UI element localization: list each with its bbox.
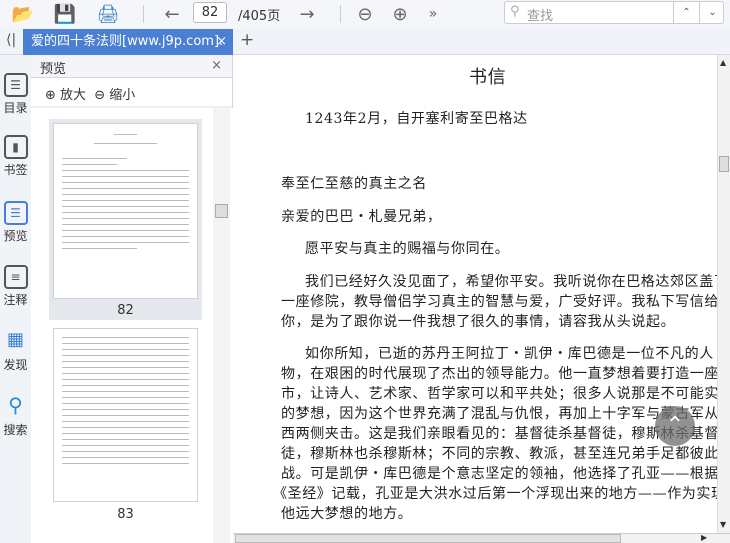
scroll-thumb[interactable] xyxy=(235,534,621,543)
search-box[interactable]: ⚲ 查找 ⌃ ⌄ xyxy=(504,1,724,24)
preview-title: 预览 xyxy=(40,62,67,77)
sidebar-item-bookmarks[interactable]: ▮ 书签 xyxy=(0,135,31,178)
text-line: 愿平安与真主的赐福与你同在。 xyxy=(305,241,510,257)
text-line: 物，在艰困的时代展现了杰出的领导能力。他一直梦想着要打造一座城 xyxy=(281,366,730,382)
thumbnail-label: 83 xyxy=(117,507,134,522)
text-line: 我们已经好久没见面了，希望你平安。我听说你在巴格达郊区盖了 xyxy=(305,274,729,290)
search-input[interactable]: 查找 xyxy=(527,5,553,24)
search-prev-button[interactable]: ⌃ xyxy=(673,2,699,23)
page-total: /405页 xyxy=(238,9,281,24)
tab-document[interactable]: 爱的四十条法则[www.j9p.com]. × xyxy=(23,29,233,55)
text-line: 奉至仁至慈的真主之名 xyxy=(281,176,427,192)
tab-bar: ⟨| 爱的四十条法则[www.j9p.com]. × + xyxy=(0,28,730,55)
scroll-thumb[interactable] xyxy=(215,204,228,218)
previous-page-icon[interactable]: ← xyxy=(161,3,183,25)
scroll-thumb[interactable] xyxy=(719,156,729,172)
zoom-in-icon[interactable]: ⊕ xyxy=(389,3,411,25)
text-line: 亲爱的巴巴・札曼兄弟， xyxy=(281,209,442,225)
document-vertical-scrollbar[interactable]: ▲ ▼ xyxy=(717,55,730,533)
thumbnail-image xyxy=(53,123,198,299)
search-next-button[interactable]: ⌄ xyxy=(699,2,725,23)
text-line: 战。可是凯伊・库巴德是个意志坚定的领袖，他选择了孔亚——根据 xyxy=(281,466,719,482)
more-icon[interactable]: » xyxy=(422,3,444,25)
search-icon: ⚲ xyxy=(8,393,23,417)
sidebar-item-search[interactable]: ⚲ 搜索 xyxy=(0,395,31,438)
divider xyxy=(340,5,341,23)
preview-scrollbar[interactable] xyxy=(213,108,230,543)
next-page-icon[interactable]: → xyxy=(296,3,318,25)
tab-title: 爱的四十条法则[www.j9p.com]. xyxy=(31,34,224,49)
text-line: 如你所知，已逝的苏丹王阿拉丁・凯伊・库巴德是一位不凡的人 xyxy=(305,346,714,362)
divider xyxy=(143,5,144,23)
text-line: 一座修院，教导僧侣学习真主的智慧与爱，广受好评。我私下写信给 xyxy=(281,294,719,310)
page-number-input[interactable]: 82 xyxy=(193,2,227,23)
preview-zoom-controls: ⊕ 放大 ⊖ 缩小 xyxy=(31,78,232,106)
scroll-up-icon[interactable]: ▲ xyxy=(720,58,726,67)
text-line: 他远大梦想的地方。 xyxy=(281,506,413,522)
thumbnail-label: 82 xyxy=(117,303,134,318)
text-line: 市，让诗人、艺术家、哲学家可以和平共处；很多人说那是不可能实现 xyxy=(281,386,730,402)
text-line: 徒，穆斯林也杀穆斯林；不同的宗教、教派，甚至连兄弟手足都彼此交 xyxy=(281,446,730,462)
preview-panel: 预览 × ⊕ 放大 ⊖ 缩小 82 83 xyxy=(31,55,233,543)
document-horizontal-scrollbar[interactable]: ▶ xyxy=(233,533,730,543)
zoom-out-icon[interactable]: ⊖ xyxy=(354,3,376,25)
save-icon[interactable]: 💾 xyxy=(54,3,76,25)
close-tab-icon[interactable]: × xyxy=(216,29,227,55)
preview-icon: ☰ xyxy=(3,201,28,225)
zoom-in-button[interactable]: ⊕ 放大 xyxy=(45,88,86,103)
apps-icon: ▦ xyxy=(6,329,24,350)
thumbnail-page-83[interactable] xyxy=(53,328,198,502)
document-title: 书信 xyxy=(469,67,507,88)
sidebar-item-preview[interactable]: ☰ 预览 xyxy=(0,201,31,244)
sidebar-item-notes[interactable]: ≡ 注释 xyxy=(0,265,31,308)
note-icon: ≡ xyxy=(3,265,28,289)
text-line: 《圣经》记载，孔亚是大洪水过后第一个浮现出来的地方——作为实现 xyxy=(273,486,726,502)
thumbnail-list: 82 83 xyxy=(31,108,233,543)
sidebar-item-toc[interactable]: ☰ 目录 xyxy=(0,73,31,116)
scroll-down-icon[interactable]: ▼ xyxy=(720,520,726,529)
text-line: 1243年2月，自开塞利寄至巴格达 xyxy=(305,111,528,127)
scroll-right-icon[interactable]: ▶ xyxy=(701,533,707,542)
open-folder-icon[interactable]: 📂 xyxy=(12,3,34,25)
close-preview-icon[interactable]: × xyxy=(211,58,222,73)
bookmark-icon: ▮ xyxy=(3,135,28,159)
back-to-top-button[interactable]: ⌃ xyxy=(655,406,695,446)
zoom-out-button[interactable]: ⊖ 缩小 xyxy=(94,88,135,103)
text-line: 你，是为了跟你说一件我想了很久的事情，请容我从头说起。 xyxy=(281,314,676,330)
collapse-sidebar-icon[interactable]: ⟨| xyxy=(6,32,16,48)
text-line: 西两侧夹击。这是我们亲眼看见的：基督徒杀基督徒，穆斯林杀基督 xyxy=(281,426,719,442)
preview-header: 预览 × xyxy=(31,55,232,78)
toolbar: 📂 💾 🖨 ← 82 /405页 → ⊖ ⊕ » ⚲ 查找 ⌃ ⌄ xyxy=(0,0,730,28)
sidebar-item-discover[interactable]: ▦ 发现 xyxy=(0,330,31,373)
print-icon[interactable]: 🖨 xyxy=(97,3,120,25)
sidebar: ☰ 目录 ▮ 书签 ☰ 预览 ≡ 注释 ▦ 发现 ⚲ 搜索 xyxy=(0,55,31,543)
list-icon: ☰ xyxy=(3,73,28,97)
document-page: 书信 1243年2月，自开塞利寄至巴格达 奉至仁至慈的真主之名 亲爱的巴巴・札曼… xyxy=(233,55,730,533)
new-tab-icon[interactable]: + xyxy=(240,30,254,50)
search-icon: ⚲ xyxy=(510,4,520,19)
thumbnail-page-82[interactable]: 82 xyxy=(49,119,202,320)
